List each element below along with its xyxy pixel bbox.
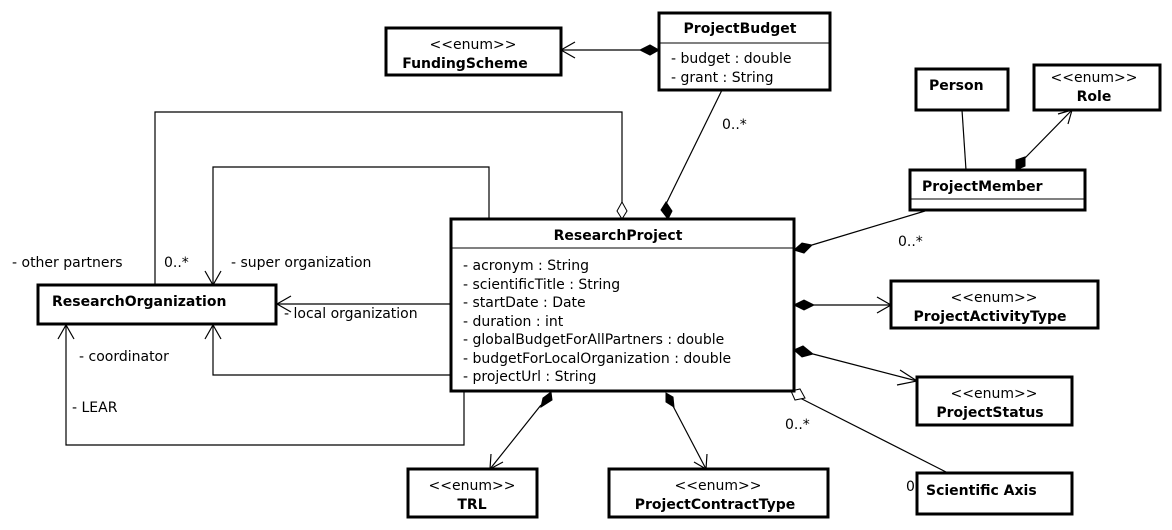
- stereotype: <<enum>>: [429, 478, 516, 494]
- class-name: Role: [1077, 89, 1112, 105]
- class-name: FundingScheme: [402, 56, 528, 72]
- role-member-composition: [1015, 109, 1073, 171]
- class-name: ProjectBudget: [684, 21, 797, 37]
- class-scientific-axis[interactable]: Scientific Axis: [915, 471, 1074, 516]
- class-research-project[interactable]: ResearchProject - acronym : String - sci…: [449, 217, 796, 393]
- lear-label: - LEAR: [72, 400, 118, 416]
- attribute: - budgetForLocalOrganization : double: [463, 351, 731, 367]
- attribute: - budget : double: [671, 51, 791, 67]
- class-name: ProjectActivityType: [914, 309, 1067, 325]
- class-project-contract-type[interactable]: <<enum>> ProjectContractType: [607, 467, 830, 519]
- stereotype: <<enum>>: [1051, 70, 1138, 86]
- stereotype: <<enum>>: [675, 478, 762, 494]
- class-name: ProjectStatus: [936, 405, 1043, 421]
- member-multiplicity: 0..*: [898, 234, 923, 250]
- project-status-composition: [793, 345, 919, 386]
- lear-association: [57, 323, 465, 446]
- person-member-link: [961, 109, 967, 171]
- class-project-budget[interactable]: ProjectBudget - budget : double - grant …: [657, 11, 832, 92]
- class-name: Person: [929, 78, 984, 94]
- class-project-member[interactable]: ProjectMember: [908, 168, 1087, 212]
- class-name: TRL: [457, 497, 486, 513]
- attribute: - scientificTitle : String: [463, 277, 620, 293]
- partners-multiplicity: 0..*: [164, 255, 189, 271]
- class-project-status[interactable]: <<enum>> ProjectStatus: [915, 375, 1074, 427]
- attribute: - startDate : Date: [463, 295, 586, 311]
- class-person[interactable]: Person: [914, 67, 1010, 112]
- attribute: - globalBudgetForAllPartners : double: [463, 332, 724, 348]
- project-contracttype-composition: [665, 392, 708, 471]
- stereotype: <<enum>>: [951, 290, 1038, 306]
- stereotype: <<enum>>: [951, 386, 1038, 402]
- attribute: - grant : String: [671, 70, 773, 86]
- class-funding-scheme[interactable]: <<enum>> FundingScheme: [384, 26, 563, 77]
- budget-funding-association: [559, 41, 661, 59]
- uml-class-diagram: 0..* 0..* 0..* 0..* - other partners 0..…: [12, 11, 1162, 519]
- stereotype: <<enum>>: [430, 37, 517, 53]
- attribute: - duration : int: [463, 314, 564, 330]
- class-name: ProjectContractType: [635, 497, 796, 513]
- class-name: ProjectMember: [922, 179, 1043, 195]
- class-trl[interactable]: <<enum>> TRL: [406, 467, 539, 519]
- axis-source-multiplicity: 0..*: [785, 417, 810, 433]
- coordinator-label: - coordinator: [79, 349, 169, 365]
- budget-project-composition: [660, 89, 723, 220]
- class-project-activity-type[interactable]: <<enum>> ProjectActivityType: [889, 279, 1100, 330]
- project-trl-composition: [489, 391, 553, 471]
- super-organization-label: - super organization: [231, 255, 371, 271]
- class-research-organization[interactable]: ResearchOrganization: [36, 283, 278, 326]
- local-organization-label: - local organization: [284, 306, 418, 322]
- coordinator-association: [204, 323, 451, 376]
- class-name: Scientific Axis: [926, 483, 1037, 499]
- class-name: ResearchOrganization: [52, 294, 226, 310]
- class-role[interactable]: <<enum>> Role: [1032, 63, 1162, 112]
- project-activitytype-composition: [792, 296, 893, 314]
- other-partners-label: - other partners: [12, 255, 123, 271]
- budget-multiplicity: 0..*: [722, 117, 747, 133]
- attribute: - projectUrl : String: [463, 369, 596, 385]
- attribute: - acronym : String: [463, 258, 589, 274]
- class-name: ResearchProject: [554, 228, 683, 244]
